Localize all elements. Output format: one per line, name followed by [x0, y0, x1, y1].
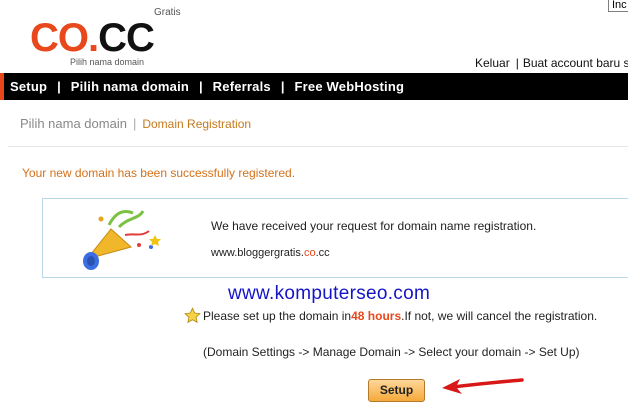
domain-prefix: www.bloggergratis [211, 247, 301, 259]
nav-item-free-webhosting[interactable]: Free WebHosting [294, 79, 404, 94]
breadcrumb-separator: | [132, 116, 137, 131]
main-navbar: Setup | Pilih nama domain | Referrals | … [0, 73, 628, 100]
red-arrow-annotation [442, 378, 524, 394]
logo-dot: . [88, 16, 99, 60]
star-icon [184, 307, 201, 324]
notice-text-after: .If not, we will cancel the registration… [401, 308, 598, 323]
domain-co: co [303, 247, 316, 259]
notice-text-before: Please set up the domain in [203, 308, 352, 323]
setup-steps-text: (Domain Settings -> Manage Domain -> Sel… [203, 345, 580, 359]
nav-item-referrals[interactable]: Referrals [213, 79, 271, 94]
logo-cc: CC [98, 16, 155, 60]
registration-info-box: We have received your request for domain… [42, 198, 628, 278]
breadcrumb-root[interactable]: Pilih nama domain [20, 116, 127, 131]
notice-hours: 48 hours [351, 308, 402, 323]
nav-item-setup[interactable]: Setup [10, 79, 47, 94]
language-select[interactable]: Inc [608, 0, 628, 12]
logo-gratis-label: Gratis [154, 7, 181, 18]
watermark-text: www.komputerseo.com [228, 283, 431, 304]
request-received-text: We have received your request for domain… [211, 219, 537, 233]
create-account-link[interactable]: Buat account baru s [523, 56, 628, 70]
breadcrumb: Pilih nama domain | Domain Registration [20, 116, 251, 131]
nav-separator: | [199, 79, 203, 94]
registered-domain-name: www.bloggergratis.co.cc [211, 247, 330, 259]
success-message: Your new domain has been successfully re… [22, 166, 296, 180]
nav-item-choose-domain[interactable]: Pilih nama domain [71, 79, 189, 94]
site-logo[interactable]: Gratis CO.CC Pilih nama domain [30, 4, 181, 70]
nav-separator: | [280, 79, 285, 94]
logo-wordmark: CO.CC [30, 16, 155, 60]
party-popper-icon [83, 210, 161, 270]
nav-separator: | [57, 79, 61, 94]
setup-button[interactable]: Setup [368, 379, 425, 402]
domain-cc: cc [318, 247, 330, 259]
logout-link[interactable]: Keluar [475, 56, 510, 70]
logo-tagline: Pilih nama domain [70, 57, 145, 67]
setup-deadline-notice: Please set up the domain in 48 hours .If … [184, 307, 597, 324]
header-divider [8, 146, 628, 147]
logo-co: CO [30, 16, 89, 60]
account-links: Keluar | Buat account baru s [475, 56, 628, 70]
account-links-separator: | [515, 56, 519, 70]
breadcrumb-current: Domain Registration [142, 117, 252, 131]
